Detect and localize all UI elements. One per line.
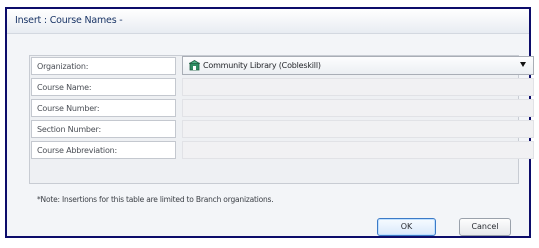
insert-course-names-dialog: Insert : Course Names - Organization: Co… — [5, 7, 534, 238]
cancel-button[interactable]: Cancel — [459, 218, 511, 236]
course-abbreviation-field[interactable] — [182, 141, 534, 159]
library-building-icon — [189, 60, 200, 71]
course-abbreviation-label: Course Abbreviation: — [31, 141, 176, 159]
chevron-down-icon[interactable] — [520, 62, 526, 67]
organization-selected-value: Community Library (Cobleskill) — [203, 61, 321, 70]
course-form: Organization: Community Library (Coblesk… — [29, 55, 534, 184]
insertion-note: *Note: Insertions for this table are lim… — [37, 195, 274, 204]
dialog-title: Insert : Course Names - — [15, 15, 123, 26]
organization-label: Organization: — [31, 57, 176, 75]
course-name-row: Course Name: — [30, 77, 534, 98]
course-abbreviation-row: Course Abbreviation: — [30, 140, 534, 161]
course-name-label: Course Name: — [31, 78, 176, 96]
section-number-label: Section Number: — [31, 120, 176, 138]
screen: Insert : Course Names - Organization: Co… — [0, 0, 539, 248]
organization-select[interactable]: Community Library (Cobleskill) — [182, 56, 534, 75]
section-number-field[interactable] — [182, 120, 534, 138]
course-number-label: Course Number: — [31, 99, 176, 117]
ok-button[interactable]: OK — [377, 218, 436, 236]
section-number-row: Section Number: — [30, 119, 534, 140]
course-name-field[interactable] — [182, 78, 534, 96]
dialog-title-bar: Insert : Course Names - — [7, 9, 529, 34]
course-number-field[interactable] — [182, 99, 534, 117]
course-number-row: Course Number: — [30, 98, 534, 119]
organization-row: Organization: Community Library (Coblesk… — [30, 56, 534, 77]
